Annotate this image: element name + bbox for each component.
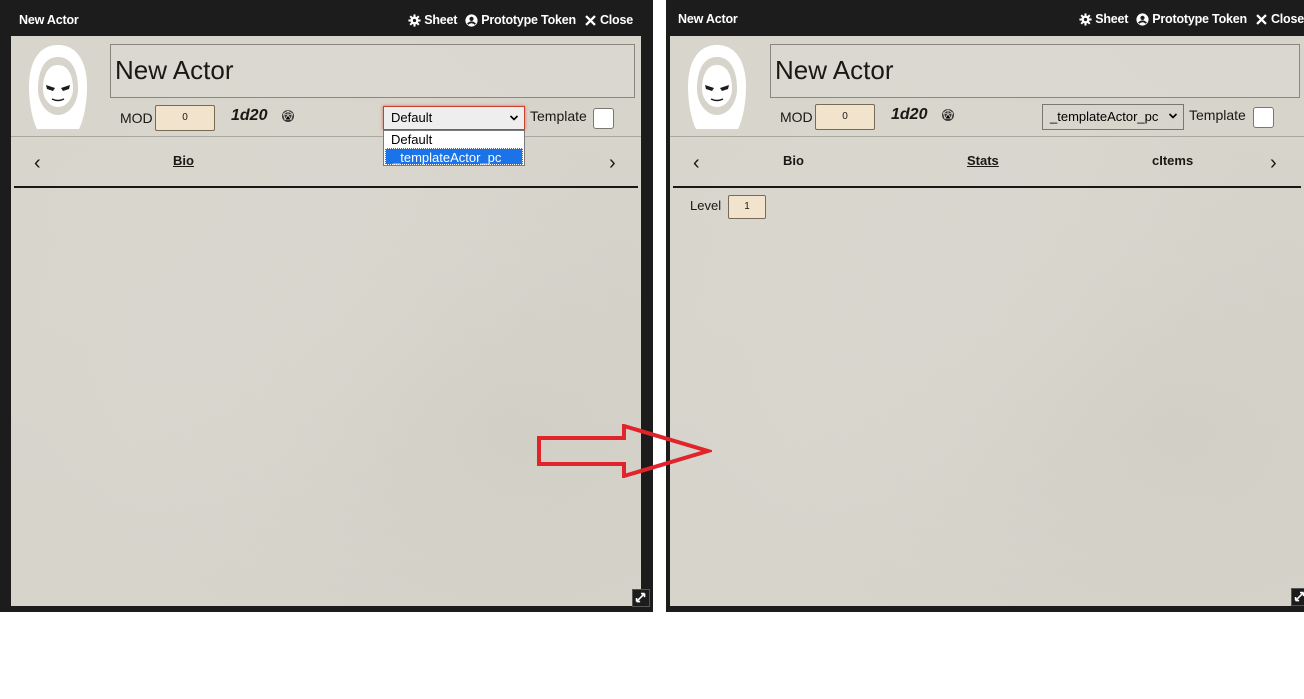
user-circle-icon [465, 13, 478, 27]
template-label: Template [530, 108, 587, 124]
dice-formula: 1d20 [891, 106, 928, 123]
dropdown-option-selected[interactable]: _templateActor_pc [385, 148, 523, 165]
mod-label: MOD [120, 110, 153, 126]
prototype-token-button[interactable]: Prototype Token [1136, 12, 1247, 26]
template-label: Template [1189, 107, 1246, 123]
mod-input[interactable]: 0 [815, 104, 875, 130]
template-dropdown-list: Default _templateActor_pc [383, 130, 525, 166]
header-divider [11, 136, 641, 137]
dropdown-option[interactable]: Default [384, 131, 524, 148]
template-checkbox[interactable] [593, 108, 614, 129]
resize-icon [1294, 591, 1304, 602]
tab-next-icon[interactable]: › [609, 152, 616, 175]
window-titlebar[interactable]: New Actor Sheet Prototype Token Close [0, 0, 653, 36]
template-checkbox[interactable] [1253, 107, 1274, 128]
close-label: Close [599, 13, 633, 27]
template-select[interactable]: _templateActor_pc [1042, 104, 1184, 130]
sheet-content: New Actor MOD 0 1d20 _templateActor_pc T… [670, 36, 1304, 606]
actor-sheet-window-after: New Actor Sheet Prototype Token Close Ne… [666, 0, 1304, 612]
resize-icon [635, 592, 646, 603]
resize-handle[interactable] [1291, 588, 1304, 606]
template-select-value: Default [391, 110, 433, 125]
d20-roll-icon[interactable] [941, 108, 955, 122]
gear-icon [1079, 12, 1092, 26]
dice-formula: 1d20 [231, 107, 268, 124]
sheet-button[interactable]: Sheet [1079, 12, 1128, 26]
prototype-token-label: Prototype Token [481, 13, 576, 27]
template-select-value: _templateActor_pc [1050, 109, 1159, 124]
level-label: Level [690, 198, 722, 213]
window-title: New Actor [19, 13, 79, 27]
tab-next-icon[interactable]: › [1270, 152, 1277, 175]
mod-label: MOD [780, 109, 813, 125]
close-icon [1256, 13, 1267, 25]
close-label: Close [1270, 12, 1304, 26]
sheet-label: Sheet [1095, 12, 1129, 26]
sheet-content: New Actor MOD 0 1d20 Default Template ‹ … [11, 36, 641, 606]
tab-bar: ‹ Bio › [14, 140, 638, 188]
level-input[interactable]: 1 [728, 195, 766, 219]
tab-prev-icon[interactable]: ‹ [693, 152, 700, 175]
d20-roll-icon[interactable] [281, 109, 295, 123]
actor-name-input[interactable]: New Actor [110, 44, 635, 98]
chevron-down-icon [509, 115, 519, 121]
sheet-label: Sheet [424, 13, 458, 27]
tab-bio[interactable]: Bio [783, 153, 804, 168]
header-divider [670, 136, 1304, 137]
window-title: New Actor [678, 12, 738, 26]
window-titlebar[interactable]: New Actor Sheet Prototype Token Close [666, 0, 1304, 36]
user-circle-icon [1136, 12, 1149, 26]
close-button[interactable]: Close [1255, 12, 1304, 26]
hooded-avatar-icon[interactable] [684, 43, 750, 131]
tab-bio[interactable]: Bio [173, 153, 194, 168]
tab-prev-icon[interactable]: ‹ [34, 152, 41, 175]
tab-stats[interactable]: Stats [967, 153, 999, 168]
prototype-token-label: Prototype Token [1152, 12, 1247, 26]
mod-input[interactable]: 0 [155, 105, 215, 131]
transition-arrow-icon [537, 424, 712, 478]
template-select[interactable]: Default [383, 106, 525, 130]
sheet-button[interactable]: Sheet [408, 13, 457, 27]
tab-bar: ‹ Bio Stats cItems › [673, 140, 1301, 188]
gear-icon [408, 13, 421, 27]
resize-handle[interactable] [632, 589, 650, 607]
actor-sheet-window-before: New Actor Sheet Prototype Token Close Ne… [0, 0, 653, 612]
hooded-avatar-icon[interactable] [25, 43, 91, 131]
actor-name-input[interactable]: New Actor [770, 44, 1300, 98]
close-icon [585, 14, 596, 26]
tab-citems[interactable]: cItems [1152, 153, 1193, 168]
prototype-token-button[interactable]: Prototype Token [465, 13, 576, 27]
close-button[interactable]: Close [584, 13, 633, 27]
chevron-down-icon [1168, 113, 1178, 119]
